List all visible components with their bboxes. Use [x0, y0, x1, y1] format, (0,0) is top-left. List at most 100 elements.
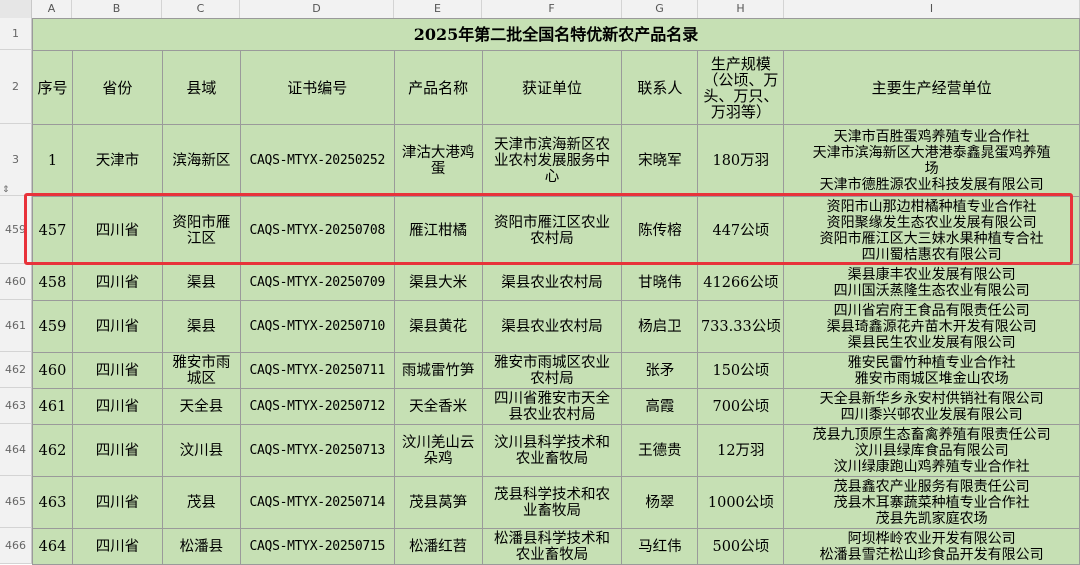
cell-province[interactable]: 四川省 — [71, 300, 163, 353]
cell-certified-unit[interactable]: 渠县农业农村局 — [481, 264, 623, 301]
column-header-e[interactable]: E — [394, 0, 482, 18]
row-header[interactable]: 466 — [0, 528, 32, 564]
cell-producers[interactable]: 茂县九顶原生态畜禽养殖有限责任公司 汶川县绿库食品有限公司 汶川绿康跑山鸡养殖专业合… — [783, 424, 1080, 477]
cell-certified-unit[interactable]: 资阳市雁江区农业 农村局 — [481, 196, 623, 265]
column-header-g[interactable]: G — [622, 0, 698, 18]
row-resize-icon[interactable]: ⇕ — [2, 186, 10, 195]
cell-county[interactable]: 茂县 — [161, 476, 241, 529]
cell-product[interactable]: 松潘红苕 — [393, 528, 483, 565]
column-header-a[interactable]: A — [32, 0, 72, 18]
cell-contact[interactable]: 张矛 — [621, 352, 699, 389]
row-header[interactable]: 459 — [0, 196, 32, 264]
header-certified-unit[interactable]: 获证单位 — [481, 50, 623, 125]
header-certificate[interactable]: 证书编号 — [239, 50, 395, 125]
cell-product[interactable]: 渠县黄花 — [393, 300, 483, 353]
cell-producers[interactable]: 资阳市山那边柑橘种植专业合作社 资阳聚缘发生态农业发展有限公司 资阳市雁江区大三妹水… — [783, 196, 1080, 265]
row-header[interactable]: 461 — [0, 300, 32, 352]
cell-contact[interactable]: 宋晓军 — [621, 124, 699, 197]
row-header[interactable]: 2 — [0, 50, 32, 124]
cell-county[interactable]: 松潘县 — [161, 528, 241, 565]
row-header[interactable]: 465 — [0, 476, 32, 528]
cell-scale[interactable]: 180万羽 — [697, 124, 785, 197]
cell-seq[interactable]: 457 — [32, 196, 73, 265]
row-header[interactable]: 462 — [0, 352, 32, 388]
cell-contact[interactable]: 杨翠 — [621, 476, 699, 529]
cell-producers[interactable]: 茂县鑫农产业服务有限责任公司 茂县木耳寨蔬菜种植专业合作社 茂县先凯家庭农场 — [783, 476, 1080, 529]
row-header[interactable]: 463 — [0, 388, 32, 424]
cell-producers[interactable]: 渠县康丰农业发展有限公司 四川国沃蒸隆生态农业有限公司 — [783, 264, 1080, 301]
cell-scale[interactable]: 700公顷 — [697, 388, 785, 425]
cell-product[interactable]: 天全香米 — [393, 388, 483, 425]
header-scale[interactable]: 生产规模 （公顷、万 头、万只、 万羽等） — [697, 50, 785, 125]
cell-certificate[interactable]: CAQS-MTYX-20250715 — [239, 528, 395, 565]
cell-product[interactable]: 雨城雷竹笋 — [393, 352, 483, 389]
cell-contact[interactable]: 甘晓伟 — [621, 264, 699, 301]
cell-seq[interactable]: 458 — [32, 264, 73, 301]
cell-producers[interactable]: 天津市百胜蛋鸡养殖专业合作社 天津市滨海新区大港港泰鑫晁蛋鸡养殖场天津市德胜源农业… — [783, 124, 1080, 197]
cell-producers[interactable]: 四川省宕府王食品有限责任公司 渠县琦鑫源花卉苗木开发有限公司 渠县民生农业发展有限公… — [783, 300, 1080, 353]
column-header-c[interactable]: C — [162, 0, 240, 18]
cell-province[interactable]: 四川省 — [71, 264, 163, 301]
header-producers[interactable]: 主要生产经营单位 — [783, 50, 1080, 125]
cell-contact[interactable]: 王德贵 — [621, 424, 699, 477]
cell-product[interactable]: 津沽大港鸡蛋 — [393, 124, 483, 197]
cell-product[interactable]: 雁江柑橘 — [393, 196, 483, 265]
column-header-b[interactable]: B — [72, 0, 162, 18]
cell-certified-unit[interactable]: 松潘县科学技术和 农业畜牧局 — [481, 528, 623, 565]
cell-certified-unit[interactable]: 渠县农业农村局 — [481, 300, 623, 353]
header-contact[interactable]: 联系人 — [621, 50, 699, 125]
cell-province[interactable]: 四川省 — [71, 352, 163, 389]
cell-scale[interactable]: 733.33公顷 — [697, 300, 785, 353]
cell-province[interactable]: 四川省 — [71, 528, 163, 565]
cell-county[interactable]: 资阳市雁 江区 — [161, 196, 241, 265]
cell-seq[interactable]: 460 — [32, 352, 73, 389]
column-header-f[interactable]: F — [482, 0, 622, 18]
column-header-i[interactable]: I — [784, 0, 1080, 18]
cell-certified-unit[interactable]: 四川省雅安市天全 县农业农村局 — [481, 388, 623, 425]
cell-province[interactable]: 四川省 — [71, 196, 163, 265]
cell-certificate[interactable]: CAQS-MTYX-20250712 — [239, 388, 395, 425]
cell-certificate[interactable]: CAQS-MTYX-20250710 — [239, 300, 395, 353]
cell-product[interactable]: 茂县莴笋 — [393, 476, 483, 529]
cell-scale[interactable]: 41266公顷 — [697, 264, 785, 301]
cell-certificate[interactable]: CAQS-MTYX-20250709 — [239, 264, 395, 301]
row-header[interactable]: 460 — [0, 264, 32, 300]
cell-contact[interactable]: 杨启卫 — [621, 300, 699, 353]
cell-county[interactable]: 汶川县 — [161, 424, 241, 477]
cell-county[interactable]: 雅安市雨 城区 — [161, 352, 241, 389]
cell-certified-unit[interactable]: 汶川县科学技术和 农业畜牧局 — [481, 424, 623, 477]
cell-certificate[interactable]: CAQS-MTYX-20250252 — [239, 124, 395, 197]
select-all-corner[interactable] — [0, 0, 32, 18]
cell-contact[interactable]: 高霞 — [621, 388, 699, 425]
cell-producers[interactable]: 天全县新华乡永安村供销社有限公司 四川黍兴邨农业发展有限公司 — [783, 388, 1080, 425]
row-header[interactable]: 464 — [0, 424, 32, 476]
cell-seq[interactable]: 464 — [32, 528, 73, 565]
cell-seq[interactable]: 463 — [32, 476, 73, 529]
cell-product[interactable]: 汶川羌山云 朵鸡 — [393, 424, 483, 477]
header-county[interactable]: 县域 — [161, 50, 241, 125]
sheet-title[interactable]: 2025年第二批全国名特优新农产品名录 — [32, 18, 1080, 51]
header-product[interactable]: 产品名称 — [393, 50, 483, 125]
cell-county[interactable]: 天全县 — [161, 388, 241, 425]
column-header-d[interactable]: D — [240, 0, 394, 18]
header-province[interactable]: 省份 — [71, 50, 163, 125]
cell-certificate[interactable]: CAQS-MTYX-20250708 — [239, 196, 395, 265]
cell-certificate[interactable]: CAQS-MTYX-20250714 — [239, 476, 395, 529]
cell-certified-unit[interactable]: 雅安市雨城区农业 农村局 — [481, 352, 623, 389]
cell-scale[interactable]: 500公顷 — [697, 528, 785, 565]
cell-contact[interactable]: 马红伟 — [621, 528, 699, 565]
cell-seq[interactable]: 1 — [32, 124, 73, 197]
cell-seq[interactable]: 461 — [32, 388, 73, 425]
cell-county[interactable]: 渠县 — [161, 300, 241, 353]
cell-scale[interactable]: 150公顷 — [697, 352, 785, 389]
cell-scale[interactable]: 12万羽 — [697, 424, 785, 477]
cell-seq[interactable]: 462 — [32, 424, 73, 477]
cell-producers[interactable]: 雅安民雷竹种植专业合作社 雅安市雨城区堆金山农场 — [783, 352, 1080, 389]
row-header[interactable]: 1 — [0, 18, 32, 50]
cell-seq[interactable]: 459 — [32, 300, 73, 353]
header-seq[interactable]: 序号 — [32, 50, 73, 125]
cell-province[interactable]: 四川省 — [71, 388, 163, 425]
cell-certificate[interactable]: CAQS-MTYX-20250711 — [239, 352, 395, 389]
cell-certified-unit[interactable]: 天津市滨海新区农 业农村发展服务中心 — [481, 124, 623, 197]
cell-producers[interactable]: 阿坝桦岭农业开发有限公司 松潘县雪茫松山珍食品开发有限公司 — [783, 528, 1080, 565]
